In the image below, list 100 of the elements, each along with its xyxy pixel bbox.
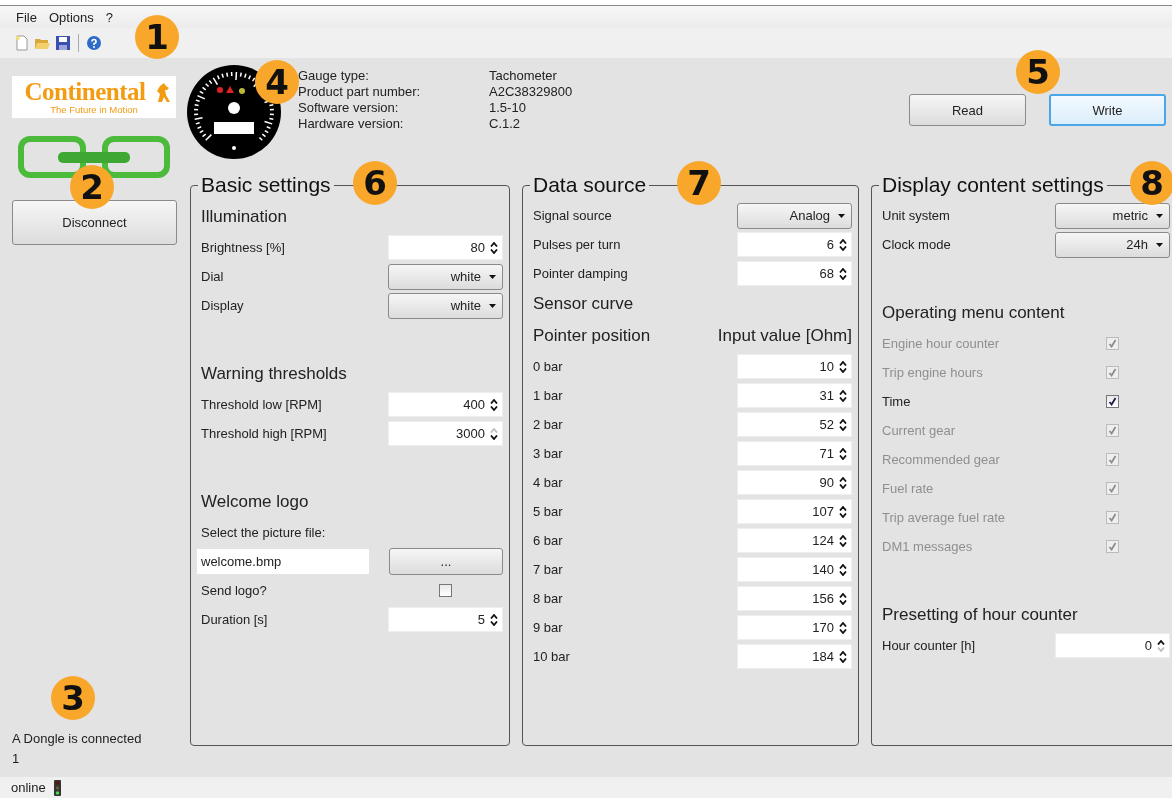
- checkbox-label: Trip average fuel rate: [882, 510, 1007, 525]
- checkbox[interactable]: [439, 584, 452, 597]
- up-chevron-icon[interactable]: [490, 613, 498, 619]
- field-label: Clock mode: [882, 237, 952, 252]
- spin-field[interactable]: 170: [737, 615, 852, 640]
- checkbox-label: Recommended gear: [882, 452, 1001, 467]
- spin-field[interactable]: 90: [737, 470, 852, 495]
- panel-title: Data source: [532, 173, 648, 197]
- down-chevron-icon[interactable]: [490, 405, 498, 411]
- section-heading: Illumination: [201, 206, 288, 228]
- spin-field[interactable]: 10: [737, 354, 852, 379]
- up-chevron-icon[interactable]: [839, 360, 847, 366]
- dongle-count: 1: [12, 750, 21, 768]
- up-chevron-icon[interactable]: [839, 563, 847, 569]
- up-chevron-icon[interactable]: [839, 505, 847, 511]
- down-chevron-icon[interactable]: [839, 274, 847, 280]
- down-chevron-icon[interactable]: [839, 599, 847, 605]
- save-icon[interactable]: [55, 35, 71, 51]
- dropdown[interactable]: 24h: [1055, 231, 1170, 258]
- write-button[interactable]: Write: [1049, 94, 1166, 126]
- checkbox-label: Trip engine hours: [882, 365, 984, 380]
- spin-field[interactable]: 124: [737, 528, 852, 553]
- menu-item[interactable]: ?: [99, 9, 119, 25]
- up-chevron-icon[interactable]: [490, 241, 498, 247]
- field-label: 9 bar: [533, 620, 564, 635]
- panel-title: Basic settings: [200, 173, 332, 197]
- down-chevron-icon[interactable]: [839, 396, 847, 402]
- down-chevron-icon[interactable]: [490, 434, 498, 440]
- spin-field[interactable]: 5: [388, 607, 503, 632]
- down-chevron-icon[interactable]: [839, 512, 847, 518]
- up-chevron-icon[interactable]: [839, 418, 847, 424]
- field-label: 7 bar: [533, 562, 564, 577]
- status-text: online: [11, 780, 46, 795]
- down-chevron-icon[interactable]: [839, 454, 847, 460]
- field-label: Signal source: [533, 208, 613, 223]
- field-label: 1 bar: [533, 388, 564, 403]
- checkbox[interactable]: [1106, 395, 1119, 408]
- section-heading: Warning thresholds: [201, 363, 348, 385]
- down-chevron-icon[interactable]: [490, 248, 498, 254]
- field-label: 5 bar: [533, 504, 564, 519]
- read-button[interactable]: Read: [909, 94, 1026, 126]
- spin-field[interactable]: 52: [737, 412, 852, 437]
- spin-field[interactable]: 68: [737, 261, 852, 286]
- file-input-field[interactable]: welcome.bmp: [197, 549, 369, 574]
- down-chevron-icon[interactable]: [839, 483, 847, 489]
- info-label: Gauge type:: [298, 68, 370, 84]
- section-heading: Operating menu content: [882, 302, 1066, 324]
- menu-item[interactable]: Options: [42, 9, 100, 25]
- field-label: Threshold low [RPM]: [201, 397, 323, 412]
- spin-field[interactable]: 400: [388, 392, 503, 417]
- disconnect-button[interactable]: Disconnect: [12, 200, 177, 245]
- dropdown[interactable]: Analog: [737, 202, 852, 229]
- browse-button[interactable]: ...: [389, 548, 503, 575]
- checkbox-label: DM1 messages: [882, 539, 974, 554]
- spin-field[interactable]: 184: [737, 644, 852, 669]
- spin-field[interactable]: 140: [737, 557, 852, 582]
- info-label: Product part number:: [298, 84, 422, 100]
- horse-icon: [154, 82, 172, 104]
- spin-field[interactable]: 3000: [388, 421, 503, 446]
- dropdown[interactable]: white: [388, 263, 503, 290]
- up-chevron-icon[interactable]: [1157, 639, 1165, 645]
- up-chevron-icon[interactable]: [839, 389, 847, 395]
- up-chevron-icon[interactable]: [839, 592, 847, 598]
- field-label: Dial: [201, 269, 225, 284]
- spin-field[interactable]: 71: [737, 441, 852, 466]
- down-chevron-icon[interactable]: [839, 570, 847, 576]
- field-label: Display: [201, 298, 245, 313]
- down-chevron-icon[interactable]: [839, 425, 847, 431]
- up-chevron-icon[interactable]: [839, 238, 847, 244]
- spin-field[interactable]: 6: [737, 232, 852, 257]
- spin-field[interactable]: 0: [1055, 633, 1170, 658]
- up-chevron-icon[interactable]: [839, 650, 847, 656]
- up-chevron-icon[interactable]: [839, 476, 847, 482]
- spin-field[interactable]: 31: [737, 383, 852, 408]
- up-chevron-icon[interactable]: [839, 621, 847, 627]
- up-chevron-icon[interactable]: [839, 267, 847, 273]
- up-chevron-icon[interactable]: [839, 447, 847, 453]
- dropdown[interactable]: metric: [1055, 202, 1170, 229]
- column-header: Input value [Ohm]: [717, 326, 852, 346]
- up-chevron-icon[interactable]: [490, 398, 498, 404]
- down-chevron-icon[interactable]: [839, 367, 847, 373]
- help-icon[interactable]: [86, 35, 102, 51]
- spin-field[interactable]: 107: [737, 499, 852, 524]
- section-heading: Presetting of hour counter: [882, 604, 1079, 626]
- field-label: 3 bar: [533, 446, 564, 461]
- info-label: Software version:: [298, 100, 400, 116]
- spin-field[interactable]: 80: [388, 235, 503, 260]
- down-chevron-icon[interactable]: [839, 628, 847, 634]
- checkbox-label: Time: [882, 394, 912, 409]
- down-chevron-icon[interactable]: [839, 541, 847, 547]
- dropdown[interactable]: white: [388, 292, 503, 319]
- down-chevron-icon[interactable]: [839, 657, 847, 663]
- down-chevron-icon[interactable]: [839, 245, 847, 251]
- caret-icon: [838, 213, 845, 218]
- spin-field[interactable]: 156: [737, 586, 852, 611]
- menu-item[interactable]: File: [10, 9, 43, 25]
- info-label: Hardware version:: [298, 116, 405, 132]
- caret-icon: [1156, 242, 1163, 247]
- up-chevron-icon[interactable]: [839, 534, 847, 540]
- down-chevron-icon[interactable]: [490, 620, 498, 626]
